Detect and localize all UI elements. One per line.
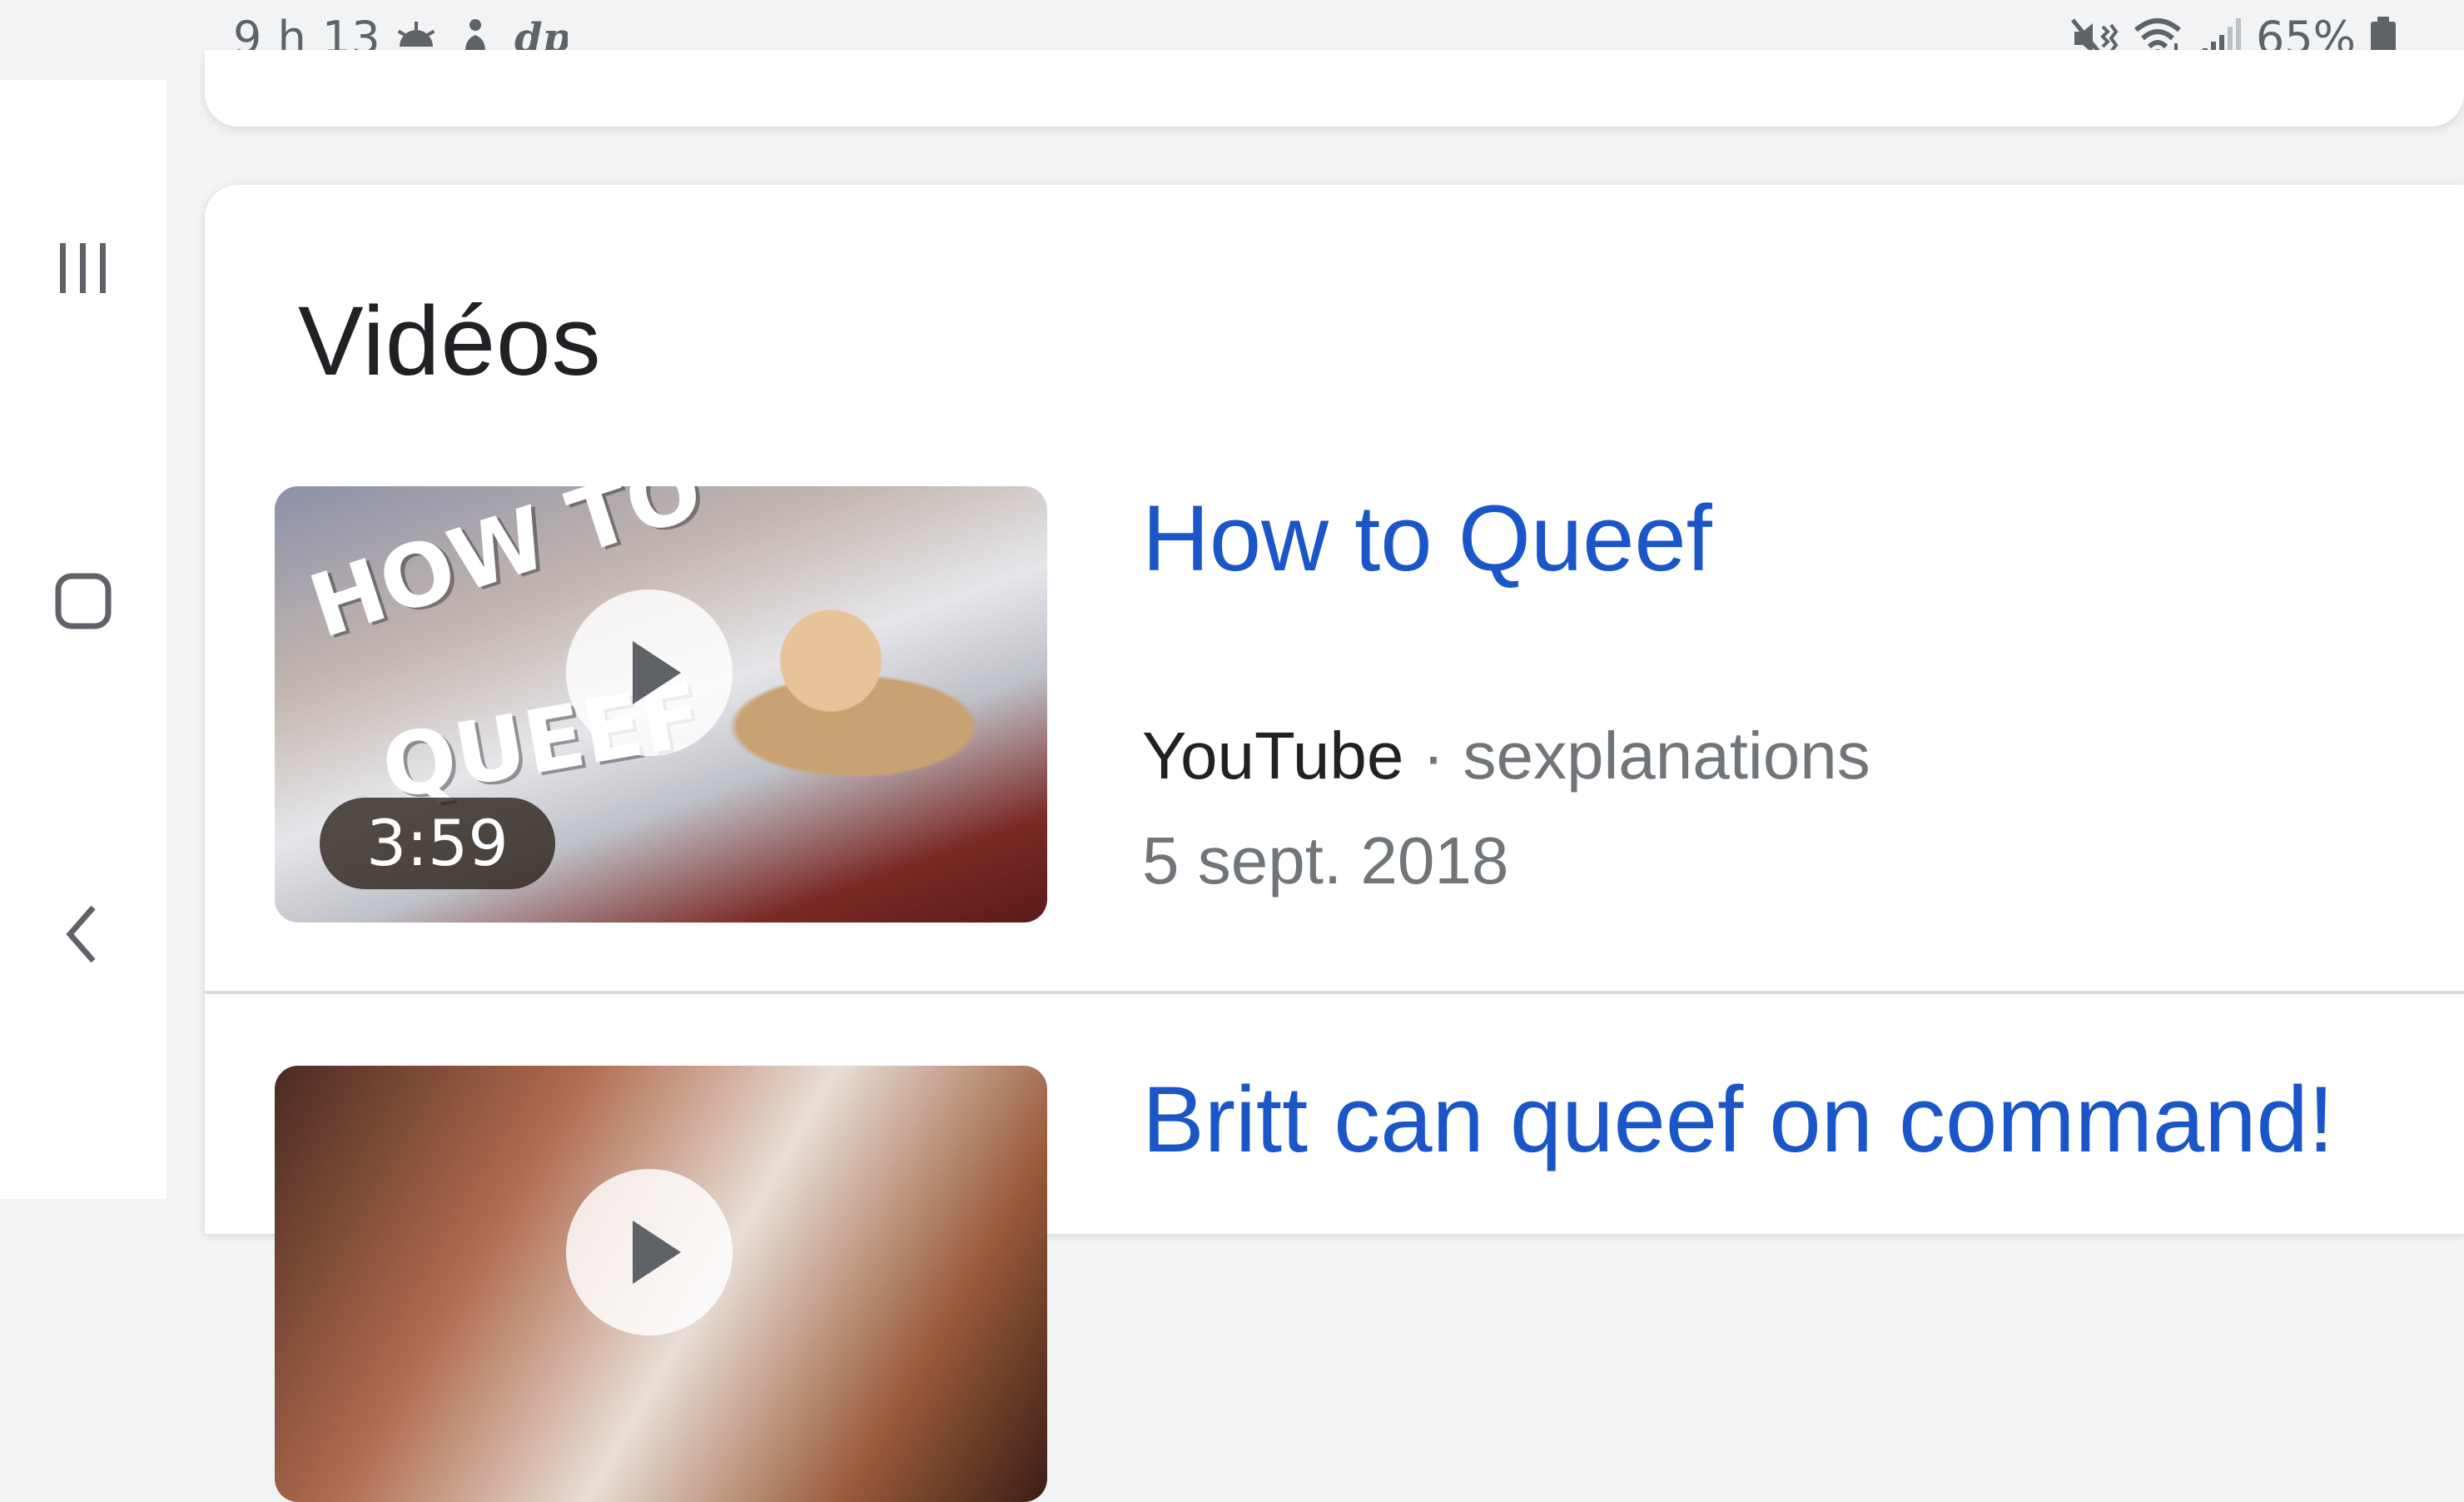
recent-apps-icon[interactable] (50, 235, 117, 301)
home-icon[interactable] (50, 568, 117, 634)
video-result[interactable]: Britt can queef on command! (205, 185, 2464, 1502)
back-icon[interactable] (50, 901, 117, 967)
video-title-link[interactable]: Britt can queef on command! (1142, 1066, 2334, 1173)
play-icon[interactable] (566, 1169, 733, 1335)
videos-card: Vidéos HOW TO QUEEF 3:59 How to Queef Yo… (205, 185, 2464, 1502)
video-date: 5 sept. 2018 (1142, 823, 1509, 898)
navigation-bar (0, 80, 166, 1199)
video-thumbnail[interactable] (275, 1066, 1047, 1502)
previous-card (205, 50, 2464, 127)
divider (205, 991, 2464, 994)
video-duration: 3:59 (320, 798, 555, 889)
